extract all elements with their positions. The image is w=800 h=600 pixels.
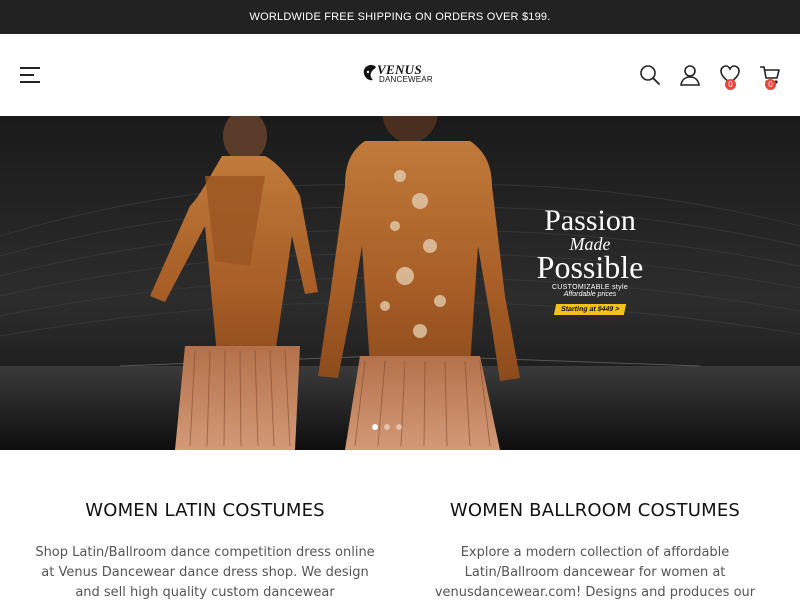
hero-subline-2: Affordable prices [563,291,617,298]
carousel-dot[interactable] [384,424,390,430]
logo-mark-icon [363,65,376,81]
hero-headline-1: Passion [544,204,636,237]
cart-icon[interactable]: 0 [759,64,781,90]
category-description: Explore a modern collection of affordabl… [434,545,756,600]
category-title[interactable]: WOMEN LATIN COSTUMES [15,500,395,521]
carousel-dots [372,424,402,430]
announcement-bar: WORLDWIDE FREE SHIPPING ON ORDERS OVER $… [0,0,800,34]
wishlist-count-badge: 0 [725,79,736,90]
logo-text-secondary: DANCEWEAR [379,75,433,84]
carousel-dot[interactable] [396,424,402,430]
wishlist-icon[interactable]: 0 [719,64,741,90]
carousel-dot[interactable] [372,424,378,430]
category-title[interactable]: WOMEN BALLROOM COSTUMES [405,500,785,521]
cart-count-badge: 0 [765,79,776,90]
account-icon[interactable] [679,64,701,86]
category-card-latin: WOMEN LATIN COSTUMES Shop Latin/Ballroom… [15,450,395,600]
category-description: Shop Latin/Ballroom dance competition dr… [35,545,375,600]
hero-promo: Passion Made Possible CUSTOMIZABLE style… [520,206,660,316]
hero-subline-1: CUSTOMIZABLE style [551,284,629,291]
site-logo[interactable]: VENUS DANCEWEAR [362,62,433,86]
menu-icon[interactable] [20,67,40,83]
hero-image [0,116,800,450]
category-section: WOMEN LATIN COSTUMES Shop Latin/Ballroom… [0,450,800,600]
site-header: VENUS DANCEWEAR 0 0 [0,34,800,116]
search-icon[interactable] [639,64,661,86]
hero-banner[interactable]: Passion Made Possible CUSTOMIZABLE style… [0,116,800,450]
announcement-text: WORLDWIDE FREE SHIPPING ON ORDERS OVER $… [249,11,551,23]
hero-price-tag[interactable]: Starting at $449 > [553,304,627,315]
category-card-ballroom: WOMEN BALLROOM COSTUMES Explore a modern… [405,450,785,600]
hero-headline-3: Possible [536,249,644,285]
